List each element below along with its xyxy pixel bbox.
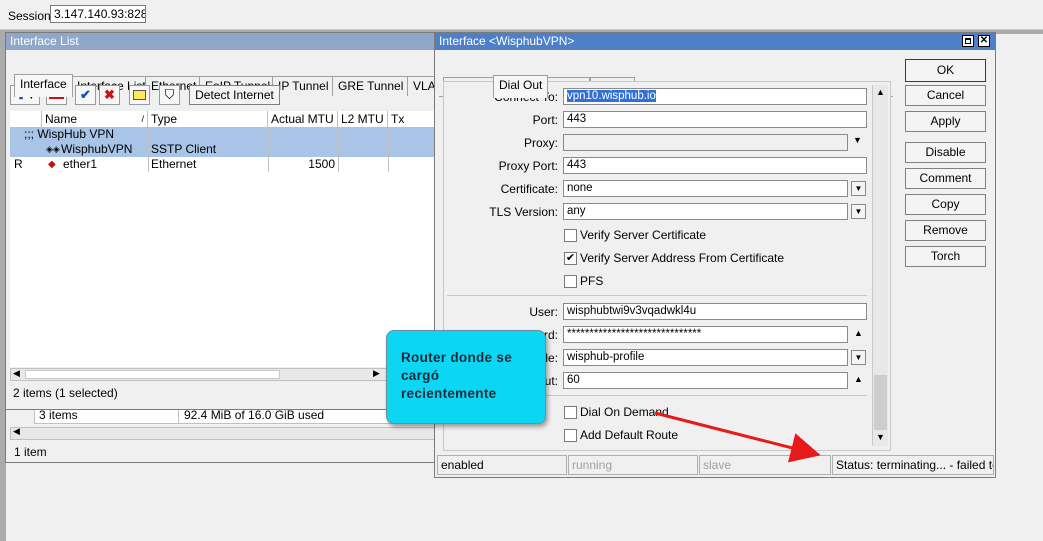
tab-interface[interactable]: Interface — [14, 74, 73, 97]
annotation-callout: Router donde se cargó recientemente — [386, 330, 546, 424]
tab-dial-out[interactable]: Dial Out — [493, 75, 549, 98]
